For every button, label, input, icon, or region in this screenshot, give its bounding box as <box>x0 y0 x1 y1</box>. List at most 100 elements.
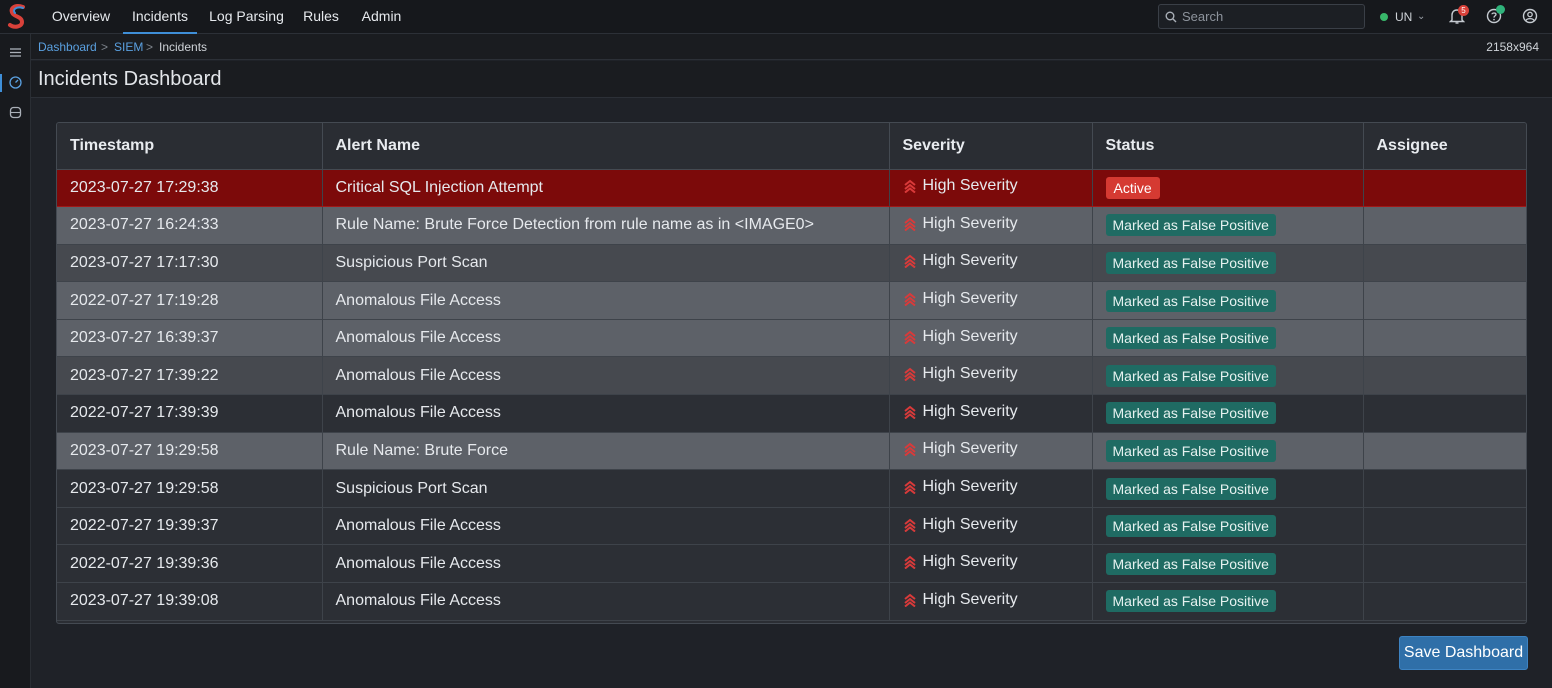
cell-alert-name[interactable]: Suspicious Port Scan <box>322 469 890 508</box>
cell-alert-name[interactable]: Anomalous File Access <box>322 507 890 546</box>
severity-indicator: High Severity <box>903 478 1018 496</box>
cell-alert-name[interactable]: Anomalous File Access <box>322 544 890 584</box>
breadcrumb-incidents: Incidents <box>159 40 208 54</box>
cell-status: Marked as False Positive <box>1092 244 1364 283</box>
table-row[interactable]: 2023-07-27 19:29:58 Rule Name: Brute Forc… <box>57 432 1526 471</box>
severity-indicator: High Severity <box>903 290 1018 308</box>
cell-severity: High Severity <box>889 244 1093 283</box>
severity-label: High Severity <box>922 252 1018 270</box>
cell-assignee[interactable] <box>1363 206 1526 245</box>
breadcrumb: Dashboard > SIEM > Incidents 2158x964 <box>31 34 1552 60</box>
cell-alert-name[interactable]: Anomalous File Access <box>322 319 890 358</box>
status-badge-false-positive[interactable]: Marked as False Positive <box>1105 402 1276 425</box>
database-icon[interactable] <box>8 105 23 120</box>
table-row[interactable]: 2022-07-27 19:39:36 Anomalous File Access… <box>57 544 1526 584</box>
cell-assignee[interactable] <box>1363 169 1526 208</box>
search-input[interactable] <box>1182 7 1360 26</box>
severity-indicator: High Severity <box>903 365 1018 383</box>
column-header-assignee[interactable]: Assignee <box>1363 123 1526 170</box>
search-box[interactable] <box>1158 4 1365 29</box>
cell-assignee[interactable] <box>1363 394 1526 433</box>
status-badge-false-positive[interactable]: Marked as False Positive <box>1105 364 1276 387</box>
cell-assignee[interactable] <box>1363 244 1526 283</box>
cell-alert-name[interactable]: Anomalous File Access <box>322 281 890 320</box>
table-row[interactable]: 2023-07-27 16:24:33 Rule Name: Brute Forc… <box>57 206 1526 245</box>
table-header-row: Timestamp Alert Name Severity Status Ass… <box>57 123 1526 170</box>
column-header-alert-name[interactable]: Alert Name <box>322 123 890 170</box>
severity-label: High Severity <box>922 214 1018 232</box>
user-status-menu[interactable]: UN ⌄ <box>1377 6 1435 28</box>
cell-status: Marked as False Positive <box>1092 469 1364 508</box>
cell-status: Active <box>1092 169 1364 208</box>
breadcrumb-dashboard[interactable]: Dashboard <box>38 40 97 54</box>
cell-assignee[interactable] <box>1363 469 1526 508</box>
chevrons-up-icon <box>903 255 916 269</box>
cell-alert-name[interactable]: Critical SQL Injection Attempt <box>322 169 890 208</box>
title-bar: Incidents Dashboard <box>31 61 1552 98</box>
cell-timestamp: 2022-07-27 19:39:37 <box>57 507 323 546</box>
cell-timestamp: 2023-07-27 17:17:30 <box>57 244 323 283</box>
column-header-status[interactable]: Status <box>1092 123 1364 170</box>
cell-alert-name[interactable]: Anomalous File Access <box>322 582 890 621</box>
status-badge-false-positive[interactable]: Marked as False Positive <box>1105 214 1276 237</box>
cell-assignee[interactable] <box>1363 507 1526 546</box>
cell-assignee[interactable] <box>1363 544 1526 584</box>
user-circle-icon[interactable] <box>1521 7 1539 25</box>
chevrons-up-icon <box>903 593 916 607</box>
cell-assignee[interactable] <box>1363 582 1526 621</box>
table-row[interactable]: 2023-07-27 17:39:22 Anomalous File Access… <box>57 356 1526 396</box>
status-badge-false-positive[interactable]: Marked as False Positive <box>1105 552 1276 575</box>
s-logo-icon[interactable] <box>6 3 28 31</box>
table-row[interactable]: 2023-07-27 17:17:30 Suspicious Port Scan H… <box>57 244 1526 283</box>
cell-assignee[interactable] <box>1363 356 1526 396</box>
cell-assignee[interactable] <box>1363 281 1526 320</box>
table-row[interactable]: 2023-07-27 17:29:38 Critical SQL Injectio… <box>57 169 1526 208</box>
chevrons-up-icon <box>903 405 916 419</box>
status-badge-active[interactable]: Active <box>1105 176 1160 199</box>
status-badge-false-positive[interactable]: Marked as False Positive <box>1105 327 1276 350</box>
cell-alert-name[interactable]: Rule Name: Brute Force <box>322 432 890 471</box>
help-status-dot <box>1496 5 1505 14</box>
status-badge-false-positive[interactable]: Marked as False Positive <box>1105 515 1276 538</box>
table-row[interactable]: 2023-07-27 19:29:58 Suspicious Port Scan H… <box>57 469 1526 508</box>
cell-timestamp: 2023-07-27 17:29:38 <box>57 169 323 208</box>
severity-indicator: High Severity <box>903 215 1018 233</box>
cell-alert-name[interactable]: Anomalous File Access <box>322 394 890 433</box>
status-badge-false-positive[interactable]: Marked as False Positive <box>1105 477 1276 500</box>
table-row[interactable]: 2022-07-27 17:19:28 Anomalous File Access… <box>57 281 1526 320</box>
nav-overview[interactable]: Overview <box>47 0 115 34</box>
dashboard-gauge-icon[interactable] <box>8 75 23 90</box>
table-row[interactable]: 2022-07-27 17:39:39 Anomalous File Access… <box>57 394 1526 433</box>
nav-log-parsing[interactable]: Log Parsing <box>205 0 288 34</box>
cell-alert-name[interactable]: Rule Name: Brute Force Detection from ru… <box>322 206 890 245</box>
severity-label: High Severity <box>922 590 1018 608</box>
table-row[interactable]: 2023-07-27 19:39:08 Anomalous File Access… <box>57 582 1526 621</box>
cell-severity: High Severity <box>889 394 1093 433</box>
status-badge-false-positive[interactable]: Marked as False Positive <box>1105 251 1276 274</box>
chevrons-up-icon <box>903 217 916 231</box>
status-badge-false-positive[interactable]: Marked as False Positive <box>1105 289 1276 312</box>
page-title: Incidents Dashboard <box>38 68 222 90</box>
save-dashboard-button[interactable]: Save Dashboard <box>1399 636 1528 670</box>
cell-status: Marked as False Positive <box>1092 544 1364 584</box>
nav-incidents[interactable]: Incidents <box>123 0 197 34</box>
table-row[interactable]: 2023-07-27 16:39:37 Anomalous File Access… <box>57 319 1526 358</box>
breadcrumb-siem[interactable]: SIEM <box>114 40 143 54</box>
column-header-timestamp[interactable]: Timestamp <box>57 123 323 170</box>
column-header-severity[interactable]: Severity <box>889 123 1093 170</box>
nav-admin[interactable]: Admin <box>354 0 409 34</box>
table-row[interactable]: 2022-07-27 19:39:37 Anomalous File Access… <box>57 507 1526 546</box>
cell-timestamp: 2022-07-27 17:19:28 <box>57 281 323 320</box>
status-badge-false-positive[interactable]: Marked as False Positive <box>1105 590 1276 613</box>
cell-assignee[interactable] <box>1363 432 1526 471</box>
severity-label: High Severity <box>922 553 1018 571</box>
list-icon[interactable] <box>8 45 23 60</box>
cell-alert-name[interactable]: Suspicious Port Scan <box>322 244 890 283</box>
status-badge-false-positive[interactable]: Marked as False Positive <box>1105 439 1276 462</box>
cell-severity: High Severity <box>889 169 1093 208</box>
nav-rules[interactable]: Rules <box>297 0 345 34</box>
cell-assignee[interactable] <box>1363 319 1526 358</box>
cell-severity: High Severity <box>889 319 1093 358</box>
cell-alert-name[interactable]: Anomalous File Access <box>322 356 890 396</box>
cell-timestamp: 2022-07-27 17:39:39 <box>57 394 323 433</box>
